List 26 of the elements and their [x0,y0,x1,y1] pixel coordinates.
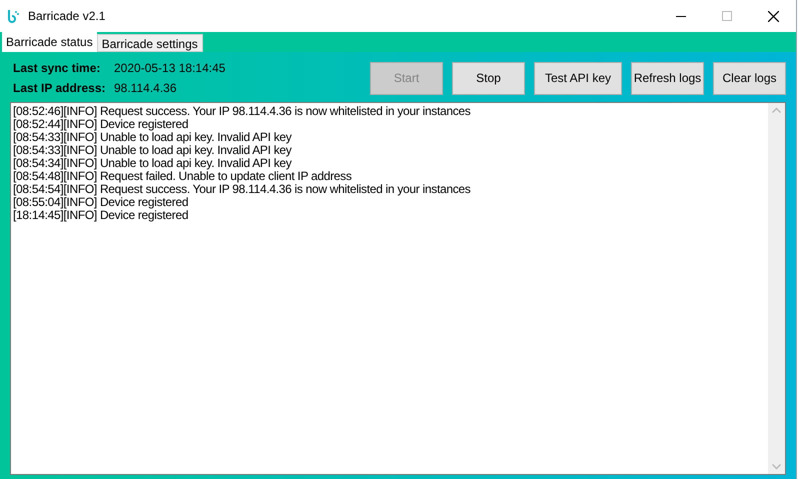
status-value: 2020-05-13 18:14:45 [114,60,226,77]
action-button[interactable]: Clear logs [713,62,786,94]
close-icon [768,10,778,22]
status-label: Last sync time: [13,60,102,77]
log-line: [08:54:48][INFO] Request failed. Unable to update client IP address [13,170,353,183]
scrollbar[interactable] [768,103,785,474]
log-line: [08:54:54][INFO] Request success. Your IP 98.114.4.36 is now whitelisted in your instances [13,183,472,196]
tab[interactable]: Barricade status [2,32,97,52]
log-line: [08:55:04][INFO] Device registered [13,196,190,209]
window-title: Barricade v2.1 [28,8,106,25]
tab[interactable]: Barricade settings [96,34,203,52]
log-line: [08:54:34][INFO] Unable to load api key. Invalid API key [13,157,293,170]
log-line: [08:54:33][INFO] Unable to load api key. Invalid API key [13,144,293,157]
action-button[interactable]: Stop [452,62,525,94]
log-line: [08:52:44][INFO] Device registered [13,118,190,131]
action-button[interactable]: Refresh logs [631,62,704,94]
scroll-down-icon[interactable] [772,464,781,470]
scroll-up-icon[interactable] [772,107,781,113]
log-line: [18:14:45][INFO] Device registered [13,209,190,222]
action-button[interactable]: Test API key [534,62,622,94]
status-value: 98.114.4.36 [114,80,177,97]
logo-icon [6,9,20,23]
log-line: [08:52:46][INFO] Request success. Your IP 98.114.4.36 is now whitelisted in your instances [13,105,472,118]
log-line: [08:54:33][INFO] Unable to load api key. Invalid API key [13,131,293,144]
status-label: Last IP address: [13,80,106,97]
maximize-icon [722,11,732,21]
